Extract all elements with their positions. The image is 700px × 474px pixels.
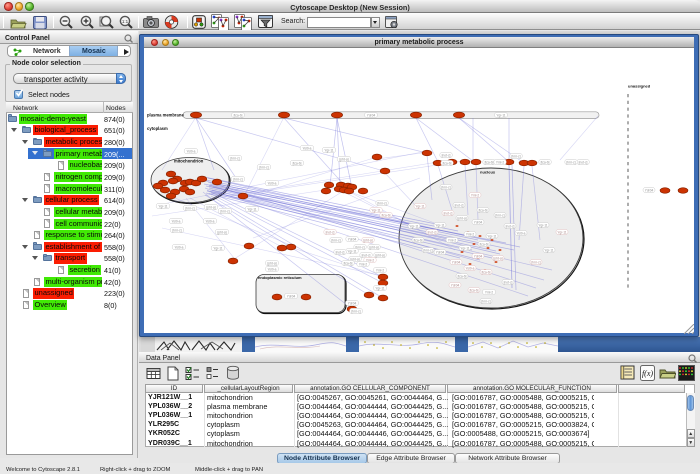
svg-text:Yml-2: Yml-2 <box>359 262 368 266</box>
svg-text:[not-c]: [not-c] <box>326 230 335 234</box>
svg-text:Ygr-11: Ygr-11 <box>375 286 385 290</box>
svg-text:[pht-a]: [pht-a] <box>457 216 466 220</box>
svg-text:Ygr-11: Ygr-11 <box>347 249 357 253</box>
svg-text:[not-c]: [not-c] <box>336 250 345 254</box>
svg-text:Yol0-a: Yol0-a <box>268 267 277 271</box>
svg-text:[tca-b]: [tca-b] <box>482 270 491 274</box>
svg-text:mitochondrion: mitochondrion <box>174 158 204 163</box>
svg-text:[tca-b]: [tca-b] <box>293 161 302 165</box>
svg-text:Ygr-11: Ygr-11 <box>213 246 223 250</box>
svg-text:Ydr04: Ydr04 <box>436 250 445 254</box>
svg-text:[not-c]: [not-c] <box>579 160 588 164</box>
svg-text:Yol0-a: Yol0-a <box>187 149 196 153</box>
svg-text:[tca-b]: [tca-b] <box>443 161 452 165</box>
svg-text:[tca-b]: [tca-b] <box>234 113 243 117</box>
svg-text:Yol0-a: Yol0-a <box>268 181 277 185</box>
svg-text:[tca-b]: [tca-b] <box>479 208 488 212</box>
svg-text:[pht-a]: [pht-a] <box>363 238 372 242</box>
svg-text:[tca-b]: [tca-b] <box>414 238 423 242</box>
svg-text:Yml-2: Yml-2 <box>466 232 475 236</box>
svg-text:[not-c]: [not-c] <box>506 224 515 228</box>
svg-text:Ygr-11: Ygr-11 <box>544 248 554 252</box>
svg-text:[pht-a]: [pht-a] <box>217 230 226 234</box>
svg-text:[not-c]: [not-c] <box>428 230 437 234</box>
svg-text:[Imr-c]: [Imr-c] <box>441 185 450 189</box>
svg-text:Ygr-11: Ygr-11 <box>247 207 257 211</box>
svg-text:[pht-a]: [pht-a] <box>375 253 384 257</box>
svg-text:Ydr04: Ydr04 <box>367 113 376 117</box>
svg-text:Ygr-11: Ygr-11 <box>158 204 168 208</box>
svg-text:[Imr-c]: [Imr-c] <box>233 177 242 181</box>
svg-text:Yol0-a: Yol0-a <box>172 219 181 223</box>
svg-text:[not-c]: [not-c] <box>362 253 371 257</box>
svg-text:Ydr04: Ydr04 <box>474 220 483 224</box>
svg-text:[Imr-c]: [Imr-c] <box>531 260 540 264</box>
svg-text:[Imr-c]: [Imr-c] <box>566 160 575 164</box>
svg-text:[Imr-c]: [Imr-c] <box>481 299 490 303</box>
svg-text:[not-c]: [not-c] <box>504 280 513 284</box>
svg-text:[Imr-c]: [Imr-c] <box>230 156 239 160</box>
svg-text:[pht-a]: [pht-a] <box>267 261 276 265</box>
svg-text:Ygr-11: Ygr-11 <box>435 223 445 227</box>
svg-text:[Imr-c]: [Imr-c] <box>259 165 268 169</box>
svg-text:[Imr-c]: [Imr-c] <box>351 309 360 313</box>
svg-text:[not-c]: [not-c] <box>442 153 451 157</box>
svg-text:[pht-a]: [pht-a] <box>206 205 215 209</box>
svg-text:[Imr-c]: [Imr-c] <box>511 154 520 158</box>
svg-text:Yml-2: Yml-2 <box>496 160 505 164</box>
svg-text:Yml-2: Yml-2 <box>485 290 494 294</box>
svg-text:[tca-b]: [tca-b] <box>470 288 479 292</box>
svg-text:[tca-b]: [tca-b] <box>480 242 489 246</box>
svg-text:Ygr-11: Ygr-11 <box>409 224 419 228</box>
svg-text:Ydr04: Ydr04 <box>645 188 654 192</box>
svg-text:Ygr-11: Ygr-11 <box>487 234 497 238</box>
svg-text:[tca-b]: [tca-b] <box>485 160 494 164</box>
svg-text:Ygr-11: Ygr-11 <box>460 246 470 250</box>
svg-text:[Imr-c]: [Imr-c] <box>377 201 386 205</box>
svg-text:[Imr-c]: [Imr-c] <box>220 209 229 213</box>
svg-text:Yol0-a: Yol0-a <box>466 266 475 270</box>
svg-text:[tca-b]: [tca-b] <box>344 261 353 265</box>
svg-text:Yml-2: Yml-2 <box>471 193 480 197</box>
svg-text:Yol0-a: Yol0-a <box>175 245 184 249</box>
svg-text:[pht-a]: [pht-a] <box>369 245 378 249</box>
svg-text:Ygr-11: Ygr-11 <box>538 223 548 227</box>
svg-text:[tca-b]: [tca-b] <box>458 274 467 278</box>
svg-text:Yml-2: Yml-2 <box>376 268 385 272</box>
svg-text:Yml-2: Yml-2 <box>448 238 457 242</box>
svg-text:Ydr04: Ydr04 <box>287 294 296 298</box>
svg-text:plasma membrane: plasma membrane <box>147 112 184 117</box>
svg-text:Ygr-11: Ygr-11 <box>324 148 334 152</box>
svg-text:[Imr-c]: [Imr-c] <box>172 228 181 232</box>
svg-text:Ydr04: Ydr04 <box>451 283 460 287</box>
svg-text:[not-c]: [not-c] <box>444 211 453 215</box>
svg-text:cytoplasm: cytoplasm <box>147 126 168 131</box>
svg-text:Ydr04: Ydr04 <box>348 301 357 305</box>
svg-text:Yol0-a: Yol0-a <box>303 146 312 150</box>
svg-text:Yol0-a: Yol0-a <box>517 231 526 235</box>
svg-text:Ygr-11: Ygr-11 <box>557 230 567 234</box>
svg-text:[tca-b]: [tca-b] <box>382 213 391 217</box>
svg-text:Ygr-11: Ygr-11 <box>415 204 425 208</box>
svg-text:Ydr04: Ydr04 <box>452 260 461 264</box>
svg-text:[pht-a]: [pht-a] <box>339 157 348 161</box>
svg-text:[Imr-c]: [Imr-c] <box>495 213 504 217</box>
svg-text:[pht-a]: [pht-a] <box>493 256 502 260</box>
svg-text:[Imr-c]: [Imr-c] <box>331 238 340 242</box>
svg-text:endoplasmic reticulum: endoplasmic reticulum <box>258 275 302 280</box>
svg-text:Ydr04: Ydr04 <box>474 254 483 258</box>
svg-text:nucleus: nucleus <box>480 169 496 174</box>
svg-text:f(x): f(x) <box>642 369 653 378</box>
svg-text:[not-c]: [not-c] <box>455 203 464 207</box>
svg-text:Ydr04: Ydr04 <box>348 237 357 241</box>
svg-text:Yol0-a: Yol0-a <box>206 219 215 223</box>
svg-text:Ygr-11: Ygr-11 <box>496 113 506 117</box>
svg-text:Ygr-11: Ygr-11 <box>371 208 381 212</box>
svg-text:[Imr-c]: [Imr-c] <box>423 248 432 252</box>
svg-text:1:1: 1:1 <box>122 19 129 24</box>
svg-text:[Imr-c]: [Imr-c] <box>185 206 194 210</box>
svg-text:unassigned: unassigned <box>628 84 651 89</box>
svg-text:[tca-b]: [tca-b] <box>541 160 550 164</box>
